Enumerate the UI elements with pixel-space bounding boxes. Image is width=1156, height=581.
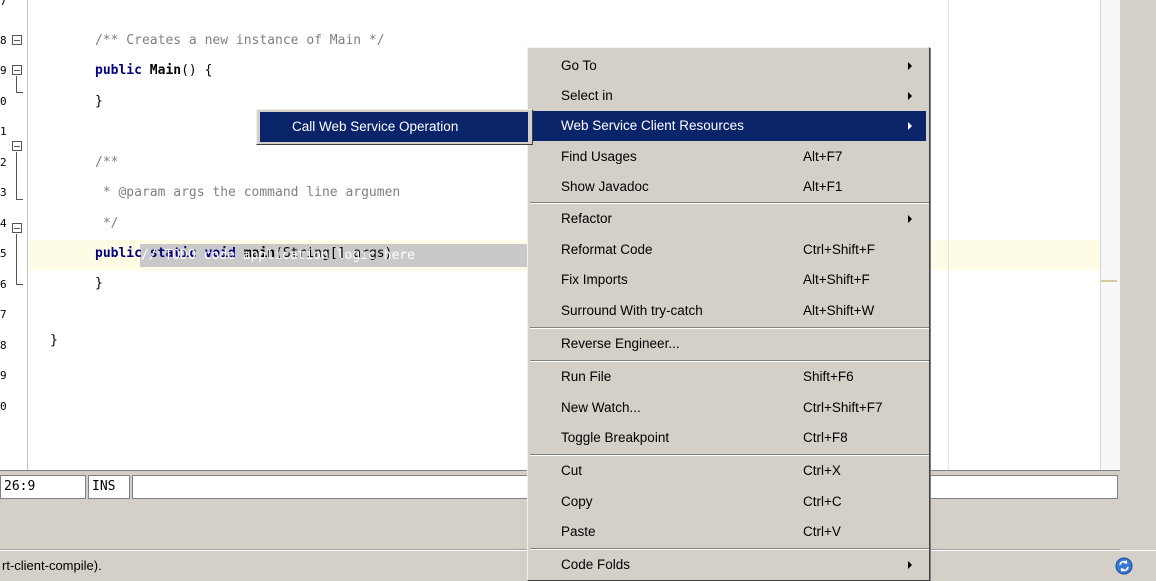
menu-shortcut: Shift+F6	[803, 369, 854, 384]
menu-item-fix-imports[interactable]: Fix Imports Alt+Shift+F	[531, 265, 926, 295]
code-line: }	[50, 333, 58, 348]
fold-line	[16, 76, 17, 92]
menu-shortcut: Ctrl+V	[803, 524, 841, 539]
error-stripe[interactable]	[1100, 0, 1120, 470]
menu-item-refactor[interactable]: Refactor	[531, 204, 926, 234]
fold-end	[16, 92, 23, 93]
menu-shortcut: Ctrl+Shift+F7	[803, 400, 883, 415]
fold-end	[16, 284, 23, 285]
line-number: 8	[0, 34, 7, 47]
code-line: }	[95, 94, 103, 109]
submenu-arrow-icon	[908, 122, 912, 130]
menu-item-code-folds[interactable]: Code Folds	[531, 550, 926, 580]
fold-toggle-icon[interactable]	[12, 65, 22, 75]
code-line-selected: // TODO code application logic here	[141, 248, 415, 263]
submenu-arrow-icon	[908, 92, 912, 100]
line-number: 3	[0, 186, 7, 199]
menu-item-toggle-breakpoint[interactable]: Toggle Breakpoint Ctrl+F8	[531, 423, 926, 453]
submenu-arrow-icon	[908, 215, 912, 223]
submenu-arrow-icon	[908, 561, 912, 569]
code-line: * @param args the command line argumen	[95, 185, 401, 200]
menu-item-run-file[interactable]: Run File Shift+F6	[531, 362, 926, 392]
line-number: 9	[0, 369, 7, 382]
line-number: 9	[0, 64, 7, 77]
web-service-submenu: Call Web Service Operation	[256, 109, 533, 145]
line-number: 5	[0, 247, 7, 260]
fold-end	[16, 199, 23, 200]
code-line: */	[95, 216, 119, 231]
code-line: /** Creates a new instance of Main */	[95, 33, 385, 48]
code-line: public Main() {	[95, 63, 213, 78]
menu-item-web-service-client-resources[interactable]: Web Service Client Resources	[531, 111, 926, 141]
insert-mode-indicator: INS	[88, 475, 130, 499]
menu-item-cut[interactable]: Cut Ctrl+X	[531, 456, 926, 486]
submenu-arrow-icon	[908, 62, 912, 70]
line-number-gutter: 7 8 9 0 1 2 3 4 5 6 7 8 9 0	[0, 0, 28, 470]
line-number: 6	[0, 278, 7, 291]
code-line: }	[95, 276, 103, 291]
menu-shortcut: Alt+Shift+F	[803, 272, 870, 287]
fold-toggle-icon[interactable]	[12, 141, 22, 151]
line-number: 2	[0, 156, 7, 169]
line-number: 0	[0, 400, 7, 413]
status-output-text: rt-client-compile).	[2, 558, 102, 573]
line-number: 0	[0, 95, 7, 108]
menu-shortcut: Ctrl+C	[803, 494, 842, 509]
menu-shortcut: Ctrl+X	[803, 463, 841, 478]
menu-shortcut: Ctrl+Shift+F	[803, 242, 876, 257]
caret-position: 26:9	[0, 475, 86, 499]
menu-item-paste[interactable]: Paste Ctrl+V	[531, 517, 926, 547]
menu-item-select-in[interactable]: Select in	[531, 81, 926, 111]
line-number: 1	[0, 125, 7, 138]
menu-item-find-usages[interactable]: Find Usages Alt+F7	[531, 142, 926, 172]
error-stripe-marker[interactable]	[1101, 280, 1117, 282]
menu-item-copy[interactable]: Copy Ctrl+C	[531, 487, 926, 517]
line-number: 7	[0, 308, 7, 321]
line-number: 7	[0, 0, 7, 8]
fold-toggle-icon[interactable]	[12, 35, 22, 45]
menu-shortcut: Alt+Shift+W	[803, 303, 875, 318]
menu-item-new-watch[interactable]: New Watch... Ctrl+Shift+F7	[531, 393, 926, 423]
editor-context-menu: Go To Select in Web Service Client Resou…	[527, 47, 930, 581]
menu-item-show-javadoc[interactable]: Show Javadoc Alt+F1	[531, 172, 926, 202]
menu-shortcut: Ctrl+F8	[803, 430, 848, 445]
menu-item-go-to[interactable]: Go To	[531, 51, 926, 81]
menu-item-reverse-engineer[interactable]: Reverse Engineer...	[531, 329, 926, 359]
menu-item-surround-with-try-catch[interactable]: Surround With try-catch Alt+Shift+W	[531, 296, 926, 326]
menu-shortcut: Alt+F7	[803, 149, 843, 164]
fold-line	[16, 152, 17, 199]
menu-shortcut: Alt+F1	[803, 179, 843, 194]
code-line: /**	[95, 155, 119, 170]
right-margin-line	[948, 0, 949, 470]
menu-item-call-web-service-operation[interactable]: Call Web Service Operation	[260, 112, 528, 142]
line-number: 4	[0, 217, 7, 230]
fold-line	[16, 234, 17, 284]
sync-icon[interactable]	[1115, 557, 1133, 575]
side-panel	[1120, 0, 1156, 581]
fold-toggle-icon[interactable]	[12, 223, 22, 233]
line-number: 8	[0, 339, 7, 352]
menu-item-reformat-code[interactable]: Reformat Code Ctrl+Shift+F	[531, 235, 926, 265]
